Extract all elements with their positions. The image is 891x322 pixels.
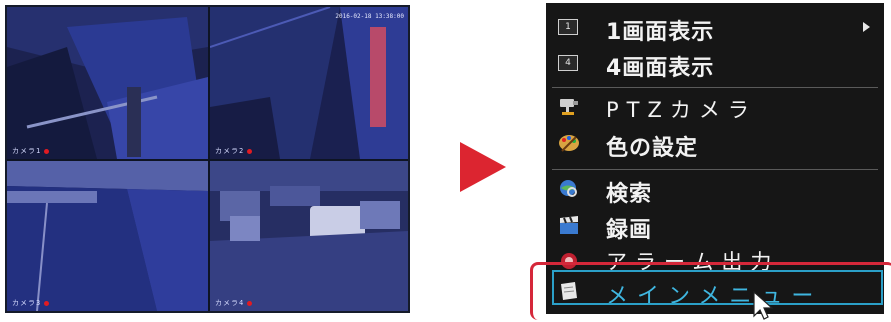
ptz-camera-icon: [560, 99, 578, 115]
camera-4-label: カメラ4: [215, 298, 253, 308]
recording-dot-icon: [44, 300, 50, 306]
camera-3-feed: [7, 161, 208, 311]
camera-tile-3[interactable]: カメラ3: [7, 161, 208, 311]
search-globe-icon: [560, 180, 577, 197]
menu-item-color-settings[interactable]: 色の設定: [546, 125, 884, 161]
menu-separator: [552, 169, 878, 170]
camera-tile-1[interactable]: カメラ1: [7, 7, 208, 159]
menu-item-four-screen[interactable]: 4 4画面表示: [546, 45, 884, 81]
camera-2-feed: [210, 7, 408, 159]
palette-icon: [559, 135, 579, 152]
menu-item-single-screen[interactable]: 1 1画面表示: [546, 9, 884, 45]
menu-item-label: PTZカメラ: [606, 98, 757, 122]
callout-frame: [530, 262, 891, 320]
right-arrow-icon: [460, 142, 506, 192]
box-4-icon: 4: [558, 55, 578, 71]
menu-item-search[interactable]: 検索: [546, 171, 884, 207]
mouse-cursor-icon: [753, 290, 774, 320]
recording-dot-icon: [247, 148, 253, 154]
menu-separator: [552, 87, 878, 88]
menu-item-label: 4画面表示: [606, 56, 715, 81]
menu-item-label: 録画: [606, 218, 653, 243]
submenu-arrow-icon: [863, 22, 870, 32]
camera-4-feed: [210, 161, 408, 311]
camera-2-label: カメラ2: [215, 146, 253, 156]
camera-3-label: カメラ3: [12, 298, 50, 308]
menu-item-ptz-camera[interactable]: PTZカメラ: [546, 89, 884, 125]
clapperboard-icon: [560, 216, 578, 234]
camera-1-label: カメラ1: [12, 146, 50, 156]
camera-tile-2[interactable]: 2016-02-18 13:38:00 カメラ2: [210, 7, 408, 159]
recording-dot-icon: [44, 148, 50, 154]
menu-item-label: 1画面表示: [606, 20, 715, 45]
menu-item-label: 検索: [606, 182, 653, 207]
menu-item-record[interactable]: 録画: [546, 207, 884, 243]
camera-tile-4[interactable]: カメラ4: [210, 161, 408, 311]
timestamp: 2016-02-18 13:38:00: [335, 13, 404, 20]
recording-dot-icon: [247, 300, 253, 306]
menu-item-label: 色の設定: [606, 136, 699, 161]
box-1-icon: 1: [558, 19, 578, 35]
camera-split-view: カメラ1 2016-02-18 13:38:00 カメラ2 カメラ3 カメラ4: [5, 5, 410, 313]
camera-1-feed: [7, 7, 208, 159]
